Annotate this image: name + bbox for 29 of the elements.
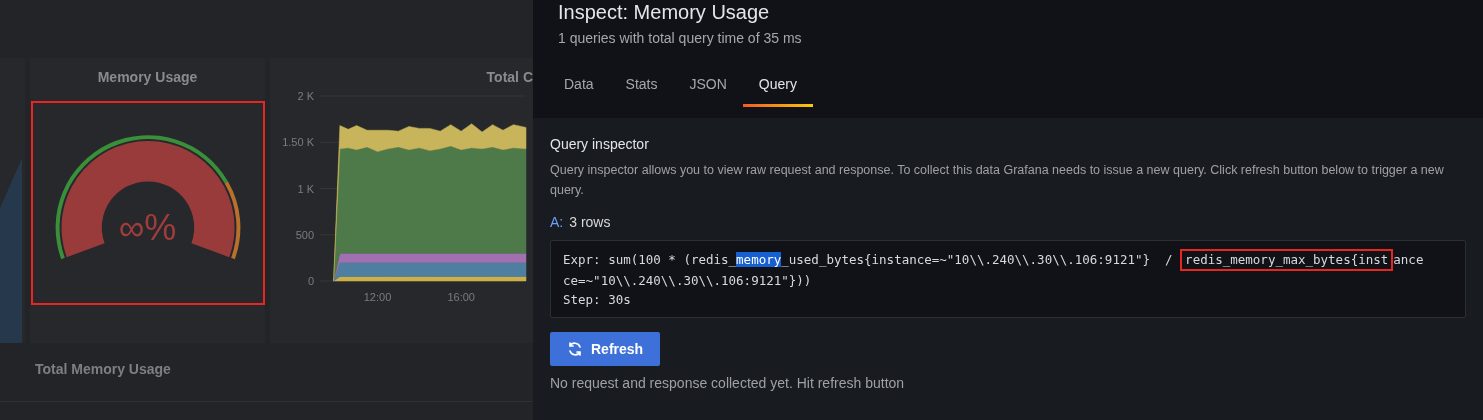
tab[interactable]: Stats <box>609 66 674 107</box>
axis-label: 500 <box>295 228 314 241</box>
refresh-icon <box>567 341 583 357</box>
query-label: A: <box>550 214 564 230</box>
section-title: Query inspector <box>550 136 649 152</box>
tab[interactable]: JSON <box>673 66 743 107</box>
code-text: redis_memory_max_bytes{inst <box>1180 249 1394 271</box>
axis-label: 16:00 <box>447 291 475 303</box>
row-title: Total Memory Usage <box>34 360 172 379</box>
code-text: Step: 30s <box>563 292 631 307</box>
tab[interactable]: Data <box>548 66 610 107</box>
panel-title: Memory Usage <box>97 68 198 87</box>
panel-title: Total C <box>486 68 533 87</box>
drawer-subtitle: 1 queries with total query time of 35 ms <box>558 30 803 46</box>
axis-label: 12:00 <box>363 291 392 303</box>
refresh-button[interactable]: Refresh <box>550 332 661 366</box>
axis-label: 1 K <box>297 182 314 195</box>
description: Query inspector allows you to view raw request and response. To collect this data Grafana needs to issue a new query. Click refresh button below to trigger a new query. <box>550 162 1445 199</box>
axis-label: 0 <box>307 275 314 287</box>
row-count: 3 rows <box>569 214 611 230</box>
code-text: ance <box>1393 252 1424 267</box>
code-text: ce=~"10\\.240\\.30\\.106:9121"})) <box>563 273 812 288</box>
gauge-value: ∞% <box>117 207 178 249</box>
tab[interactable]: Query <box>742 66 813 107</box>
drawer-title: Inspect: Memory Usage <box>558 0 770 24</box>
axis-label: 2 K <box>297 90 314 102</box>
status-text: No request and response collected yet. Hit refresh button <box>550 375 905 391</box>
axis-label: 1.50 K <box>282 136 314 149</box>
code-text: _used_bytes{instance=~"10\\.240\\.30\\.106:9121"} / <box>781 252 1174 267</box>
